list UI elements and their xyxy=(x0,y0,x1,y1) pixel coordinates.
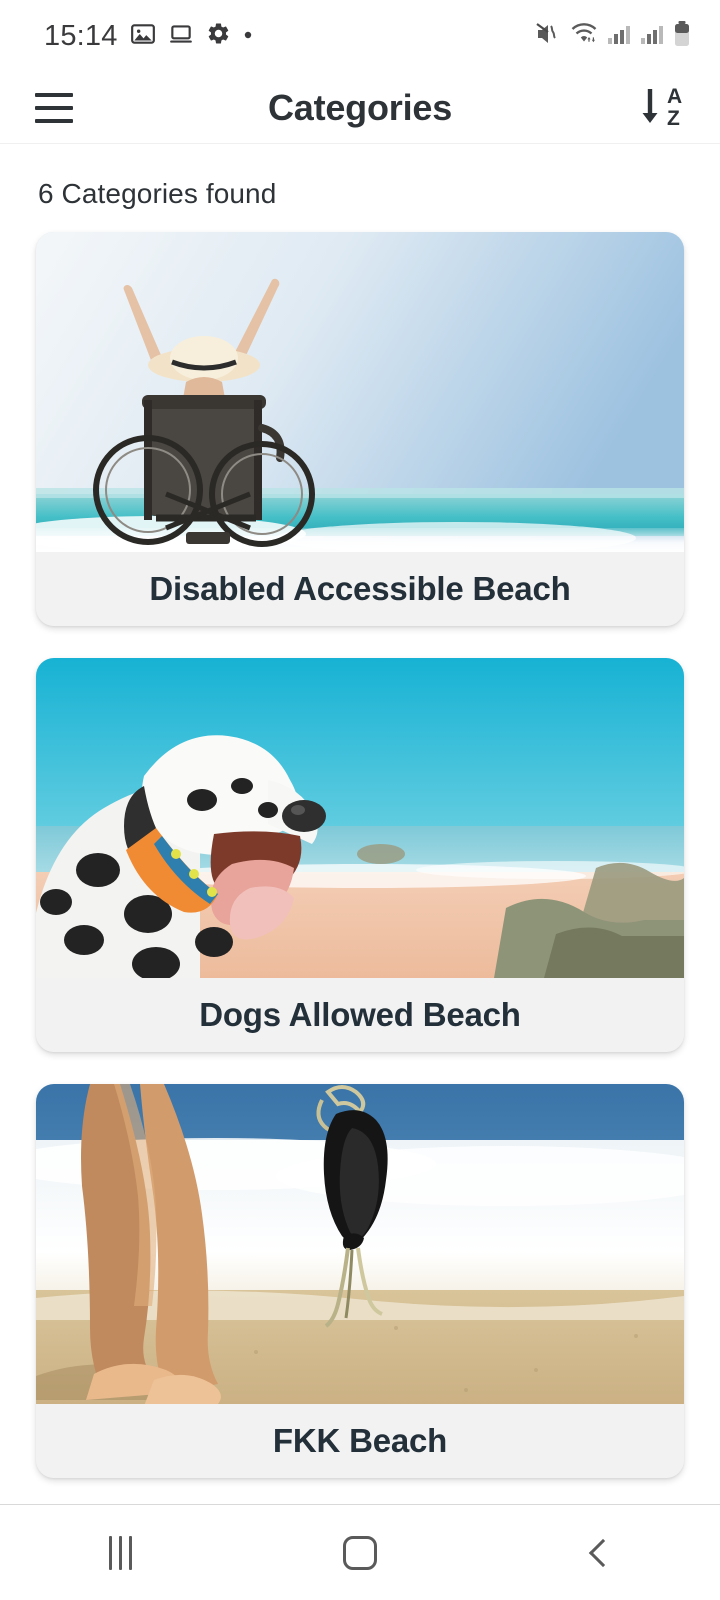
category-title: Dogs Allowed Beach xyxy=(199,996,521,1033)
app-bar: Categories A Z xyxy=(0,72,720,144)
category-card-caption: Dogs Allowed Beach xyxy=(36,978,684,1052)
status-bar-left: 15:14 xyxy=(44,20,253,53)
dot-icon xyxy=(243,27,253,45)
page-title: Categories xyxy=(267,86,453,128)
hamburger-menu-icon[interactable] xyxy=(26,80,82,136)
dalmatian-beach-photo xyxy=(36,658,684,978)
recents-button[interactable] xyxy=(65,1505,175,1600)
battery-icon xyxy=(672,20,692,53)
menu-bar-1 xyxy=(35,92,73,97)
back-button[interactable] xyxy=(545,1505,655,1600)
signal-2-icon xyxy=(639,21,665,52)
category-card-caption: Disabled Accessible Beach xyxy=(36,552,684,626)
category-title: Disabled Accessible Beach xyxy=(149,570,571,607)
status-bar-right xyxy=(534,20,692,53)
mute-vibrate-icon xyxy=(534,21,562,52)
category-title: FKK Beach xyxy=(272,1422,448,1459)
category-card[interactable]: Dogs Allowed Beach xyxy=(36,658,684,1052)
status-bar: 15:14 xyxy=(0,0,720,72)
content-scroll-area[interactable]: 6 Categories found Disabled Accessible B… xyxy=(0,144,720,1504)
status-time: 15:14 xyxy=(44,19,118,52)
category-card[interactable]: Disabled Accessible Beach xyxy=(36,232,684,626)
recents-bar-3 xyxy=(128,1535,132,1570)
menu-bar-3 xyxy=(35,118,73,123)
signal-1-icon xyxy=(606,21,632,52)
result-count-label: 6 Categories found xyxy=(38,178,277,209)
category-card[interactable]: FKK Beach xyxy=(36,1084,684,1478)
svg-text:A: A xyxy=(667,85,682,108)
category-card-list: Disabled Accessible Beach Dogs Allowed B… xyxy=(0,232,720,1478)
wifi-icon xyxy=(569,21,599,52)
recents-bar-2 xyxy=(118,1535,122,1570)
bikini-beach-photo xyxy=(36,1084,684,1404)
android-nav-bar xyxy=(0,1504,720,1600)
image-icon xyxy=(130,21,156,52)
back-chevron-icon xyxy=(588,1538,618,1567)
home-button[interactable] xyxy=(305,1505,415,1600)
menu-bar-2 xyxy=(35,105,73,110)
svg-text:Z: Z xyxy=(667,107,680,130)
sort-a-z-icon[interactable]: A Z xyxy=(632,78,694,138)
wheelchair-beach-photo xyxy=(36,232,684,552)
home-icon xyxy=(343,1535,377,1570)
laptop-icon xyxy=(168,21,194,52)
recents-icon xyxy=(108,1535,132,1570)
category-card-caption: FKK Beach xyxy=(36,1404,684,1478)
app-root: 15:14 Categories A Z 6 Categories found … xyxy=(0,0,720,1600)
recents-bar-1 xyxy=(108,1535,112,1570)
gear-icon xyxy=(206,21,231,51)
